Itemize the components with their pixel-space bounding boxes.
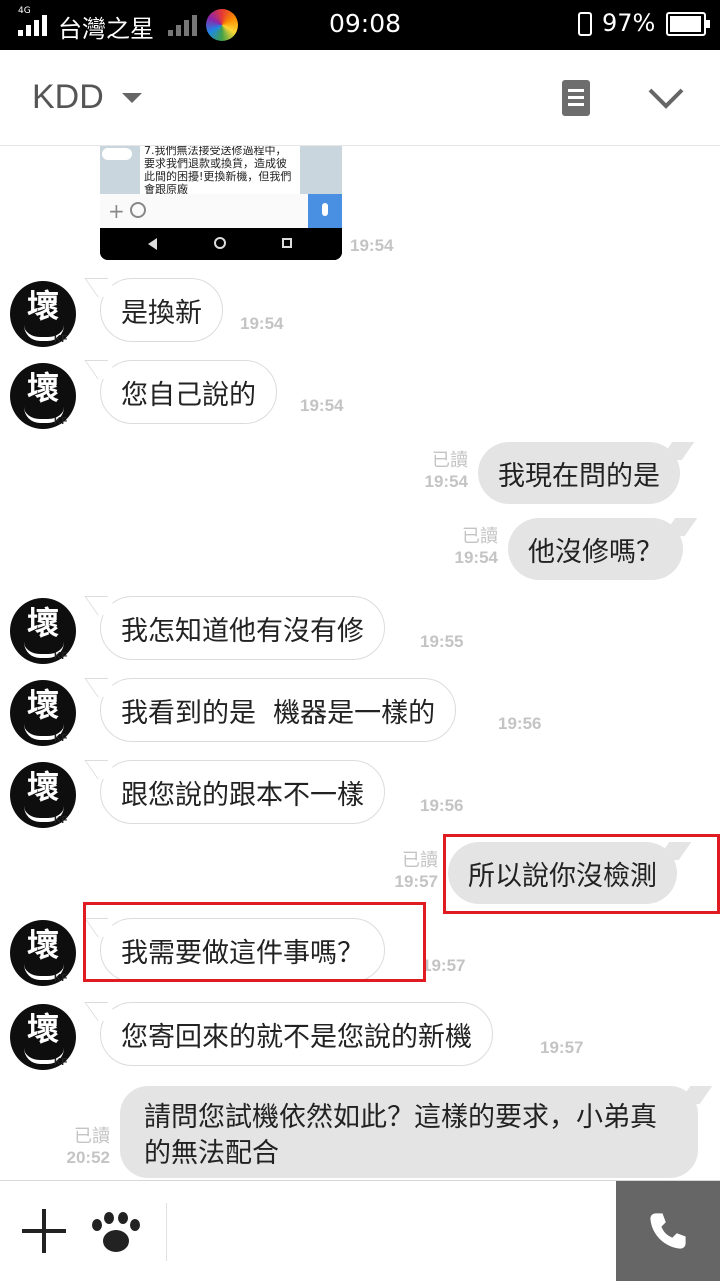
call-button[interactable]	[616, 1181, 720, 1281]
message-time: 19:54	[350, 236, 394, 255]
notes-icon[interactable]	[562, 80, 590, 116]
avatar-tag: KF	[54, 1057, 68, 1068]
dropdown-caret-icon[interactable]	[122, 93, 142, 103]
paw-icon[interactable]	[88, 1211, 144, 1255]
screenshot-input-bar: +	[100, 194, 342, 228]
message-text: 您自己說的	[121, 379, 256, 411]
read-receipt: 已讀	[432, 450, 468, 470]
message-time: 19:57	[422, 956, 466, 975]
battery-percent: 97%	[602, 9, 656, 37]
status-bar: 4G 台灣之星 09:08 97%	[0, 0, 720, 50]
avatar-tag: KF	[54, 815, 68, 826]
avatar-tag: KF	[54, 973, 68, 984]
avatar-tag: KF	[54, 651, 68, 662]
color-wheel-icon	[206, 9, 238, 41]
screenshot-back-icon	[148, 238, 157, 250]
message-time: 19:56	[498, 714, 542, 733]
incoming-message[interactable]: 您自己說的	[100, 360, 277, 424]
outgoing-message[interactable]: 我現在問的是	[478, 442, 680, 504]
avatar-tag: KF	[54, 334, 68, 345]
avatar-tag: KF	[54, 416, 68, 427]
message-meta: 已讀 19:57	[368, 846, 438, 892]
message-time: 19:57	[394, 872, 438, 891]
message-time: 19:54	[240, 314, 284, 333]
chat-history[interactable]: 7.我們無法接受送修過程中，要求我們退款或換貨，造成彼此間的困擾!更換新機，但我…	[0, 146, 720, 1180]
chat-title[interactable]: KDD	[32, 78, 104, 117]
message-text: 請問您試機依然如此？這樣的要求，小弟真的無法配合	[144, 1102, 657, 1169]
screenshot-recent-icon	[282, 238, 292, 248]
message-meta: 已讀 19:54	[428, 522, 498, 568]
message-text: 是換新	[121, 297, 202, 329]
input-divider	[166, 1203, 167, 1261]
screenshot-logo	[102, 148, 132, 160]
screenshot-text: 7.我們無法接受送修過程中，要求我們退款或換貨，造成彼此間的困擾!更換新機，但我…	[140, 146, 300, 194]
signal-2-icon	[168, 14, 197, 36]
incoming-message[interactable]: 我看到的是 機器是一樣的	[100, 678, 457, 742]
incoming-message[interactable]: 我怎知道他有沒有修	[100, 596, 385, 660]
message-time: 20:52	[66, 1148, 110, 1167]
screenshot-content: 7.我們無法接受送修過程中，要求我們退款或換貨，造成彼此間的困擾!更換新機，但我…	[100, 146, 342, 194]
message-text: 我現在問的是	[498, 460, 660, 492]
message-time: 19:54	[300, 396, 344, 415]
message-time: 19:57	[540, 1038, 584, 1057]
plus-icon[interactable]	[22, 1209, 66, 1253]
avatar-tag: KF	[54, 733, 68, 744]
message-text: 我看到的是 機器是一樣的	[121, 697, 436, 729]
shared-screenshot-image[interactable]: 7.我們無法接受送修過程中，要求我們退款或換貨，造成彼此間的困擾!更換新機，但我…	[100, 146, 342, 260]
screenshot-emoji-icon	[130, 202, 146, 218]
outgoing-message[interactable]: 請問您試機依然如此？這樣的要求，小弟真的無法配合	[120, 1086, 698, 1178]
message-meta: 已讀 19:54	[398, 446, 468, 492]
read-receipt: 已讀	[462, 526, 498, 546]
message-meta: 已讀 20:52	[40, 1122, 110, 1168]
screenshot-nav-bar	[100, 228, 342, 260]
incoming-message[interactable]: 您寄回來的就不是您說的新機	[100, 1002, 493, 1066]
incoming-message[interactable]: 跟您說的跟本不一樣	[100, 760, 385, 824]
highlight-box	[443, 834, 720, 914]
phone-icon	[650, 1213, 686, 1249]
battery-icon	[666, 12, 710, 36]
screenshot-plus-icon: +	[108, 199, 125, 223]
message-input-bar	[0, 1180, 720, 1281]
vibrate-icon	[578, 12, 592, 36]
message-time: 19:56	[420, 796, 464, 815]
screenshot-mic-icon	[308, 194, 342, 228]
message-text: 您寄回來的就不是您說的新機	[121, 1021, 472, 1053]
signal-icon	[18, 14, 47, 36]
screenshot-home-icon	[214, 237, 226, 249]
incoming-message[interactable]: 是換新	[100, 278, 223, 342]
message-time: 19:54	[454, 548, 498, 567]
chevron-down-icon[interactable]	[646, 82, 686, 112]
clock: 09:08	[328, 9, 402, 38]
read-receipt: 已讀	[74, 1126, 110, 1146]
outgoing-message[interactable]: 他沒修嗎？	[508, 518, 683, 580]
message-time: 19:55	[420, 632, 464, 651]
chat-header: KDD	[0, 50, 720, 146]
message-time: 19:54	[424, 472, 468, 491]
carrier-name: 台灣之星	[58, 15, 154, 43]
highlight-box	[83, 902, 426, 982]
message-text: 跟您說的跟本不一樣	[121, 779, 364, 811]
message-text: 我怎知道他有沒有修	[121, 615, 364, 647]
message-text: 他沒修嗎？	[528, 536, 663, 568]
read-receipt: 已讀	[402, 850, 438, 870]
